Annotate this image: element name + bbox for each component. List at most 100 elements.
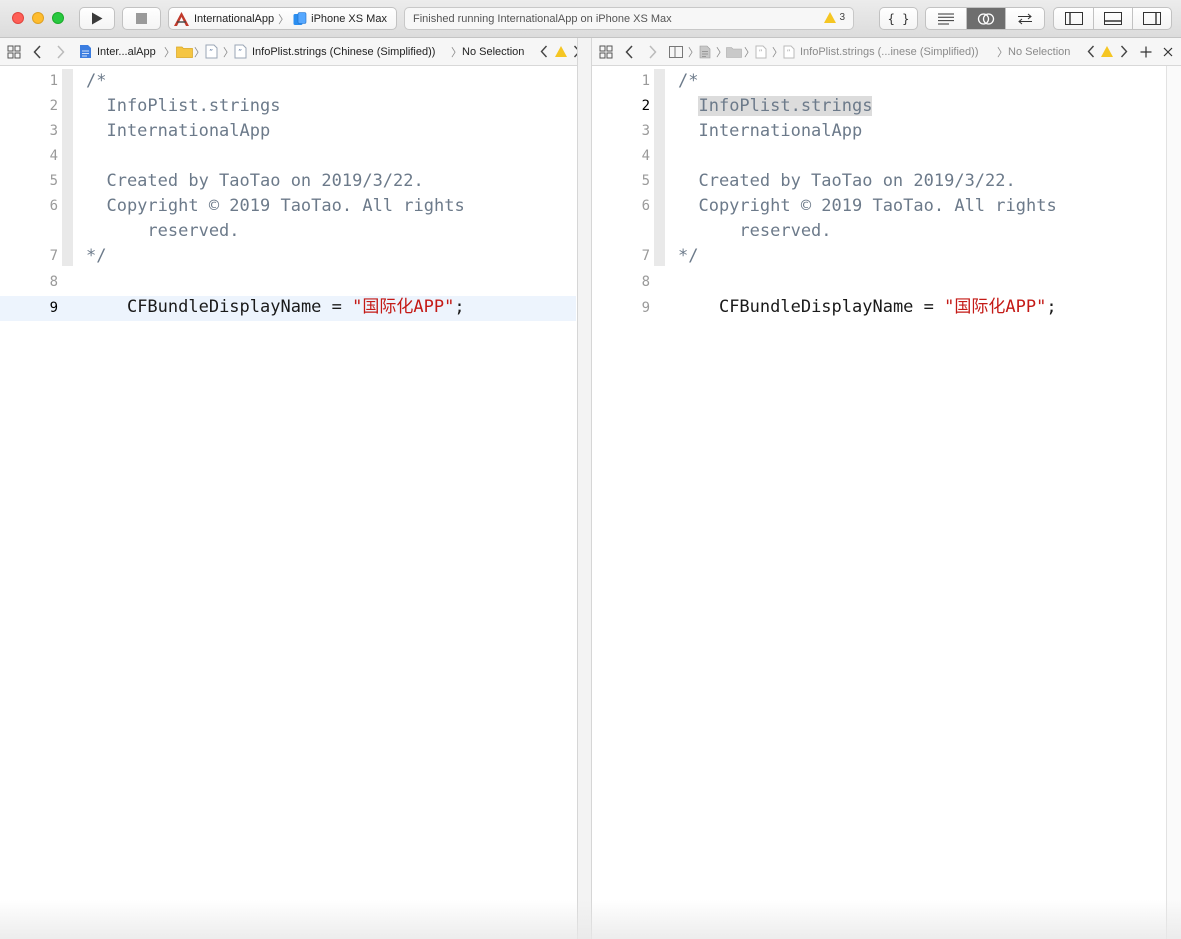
chevron-right-icon: 〉: [278, 13, 290, 26]
breadcrumb-strings-group[interactable]: ”: [205, 38, 218, 65]
code-comment-line: InfoPlist.strings: [678, 94, 873, 119]
breadcrumb-selection[interactable]: No Selection: [1008, 38, 1070, 65]
previous-issue-button[interactable]: [1087, 38, 1095, 65]
breadcrumb-file[interactable]: ” InfoPlist.strings (...inese (Simplifie…: [783, 38, 979, 65]
swap-arrows-icon: [1018, 13, 1032, 24]
left-source-editor[interactable]: 1 2 3 4 5 6 7 8 9 /* InfoPlist.strings I…: [0, 66, 577, 939]
close-window-button[interactable]: [12, 12, 24, 24]
line-number: 5: [641, 173, 650, 189]
issue-warning-button[interactable]: [1101, 38, 1113, 65]
back-button[interactable]: [625, 38, 634, 65]
line-number-current: 9: [49, 300, 58, 316]
device-name: iPhone XS Max: [311, 12, 387, 25]
code-comment-line: /*: [86, 71, 107, 91]
close-editor-button[interactable]: [1163, 38, 1173, 65]
folder-icon: [726, 46, 742, 58]
scheme-selector[interactable]: InternationalApp 〉 iPhone XS Max: [168, 7, 397, 30]
previous-issue-button[interactable]: [540, 38, 548, 65]
standard-editor-button[interactable]: [926, 8, 967, 29]
warning-icon: [824, 12, 837, 23]
svg-text:”: ”: [759, 48, 763, 57]
forward-button[interactable]: [648, 38, 657, 65]
breadcrumb-file[interactable]: ” InfoPlist.strings (Chinese (Simplified…: [234, 38, 435, 65]
version-editor-button[interactable]: [1006, 8, 1044, 29]
line-number: 8: [641, 274, 650, 290]
chevron-right-icon: [1120, 45, 1128, 58]
line-number: 3: [49, 123, 58, 139]
issue-warning-button[interactable]: [555, 38, 567, 65]
toggle-debug-area-button[interactable]: [1094, 8, 1133, 29]
selected-word-highlight: InfoPlist.strings: [698, 96, 873, 116]
breadcrumb-strings-group[interactable]: ”: [755, 38, 767, 65]
code-comment-line: InfoPlist.strings: [86, 96, 281, 116]
play-icon: [92, 12, 103, 25]
code-terminator: ;: [1046, 297, 1057, 317]
breadcrumb-separator: 〉: [772, 46, 783, 59]
editor-mode-control: [925, 7, 1045, 30]
breadcrumb-selection[interactable]: No Selection: [462, 38, 524, 65]
code-comment-line: */: [678, 246, 699, 266]
next-issue-button[interactable]: [1120, 38, 1128, 65]
toggle-navigator-button[interactable]: [1054, 8, 1094, 29]
code-comment-line: reserved.: [86, 221, 240, 241]
venn-circles-icon: [977, 12, 995, 25]
line-number: 6: [641, 198, 650, 214]
code-statement-line: CFBundleDisplayName = "国际化APP";: [678, 270, 1057, 317]
code-comment-line: Copyright © 2019 TaoTao. All rights: [86, 196, 465, 216]
braces-icon: { }: [887, 11, 910, 26]
chevron-left-icon: [33, 44, 41, 59]
comment-fold-ribbon[interactable]: [654, 69, 665, 266]
bottom-panel-icon: [1104, 12, 1122, 25]
comment-fold-ribbon[interactable]: [62, 69, 73, 266]
editor-split-divider[interactable]: [577, 38, 592, 939]
split-panel-icon: [669, 45, 683, 58]
stop-button[interactable]: [122, 7, 161, 30]
right-source-editor[interactable]: 1 2 3 4 5 6 7 8 9 /* InfoPlist.strings I…: [592, 66, 1166, 939]
run-button[interactable]: [79, 7, 115, 30]
breadcrumb-separator: 〉: [194, 46, 205, 59]
assistant-editor-button[interactable]: [967, 8, 1006, 29]
code-review-button[interactable]: { }: [879, 7, 918, 30]
warning-indicator[interactable]: 3: [824, 12, 845, 23]
code-comment-line: InternationalApp: [678, 121, 863, 141]
selection-label: No Selection: [1008, 45, 1071, 58]
line-number: 1: [641, 73, 650, 89]
add-editor-button[interactable]: [1140, 38, 1152, 65]
right-editor-scroll-gutter[interactable]: [1166, 66, 1181, 939]
breadcrumb-project[interactable]: Inter...alApp: [79, 38, 156, 65]
project-name: Inter...alApp: [97, 45, 156, 58]
warning-icon: [555, 46, 567, 57]
assistant-mode-button[interactable]: [669, 38, 683, 65]
breadcrumb-folder[interactable]: [726, 38, 742, 65]
chevron-left-icon: [540, 45, 548, 58]
code-comment-line: /*: [678, 71, 699, 91]
toggle-inspector-button[interactable]: [1133, 8, 1171, 29]
strings-file-icon: ”: [755, 45, 767, 58]
chevron-left-icon: [1087, 45, 1095, 58]
code-string-value: "国际化APP": [352, 297, 455, 317]
breadcrumb-separator: 〉: [688, 46, 699, 59]
code-terminator: ;: [454, 297, 465, 317]
folder-icon: [176, 46, 193, 58]
zoom-window-button[interactable]: [52, 12, 64, 24]
back-button[interactable]: [33, 38, 42, 65]
right-jump-bar: 〉 〉 〉 ” 〉 ” InfoPlist.strings (...inese …: [592, 38, 1181, 66]
line-number: 8: [49, 274, 58, 290]
code-comment-line: */: [86, 246, 107, 266]
code-comment-line: Created by TaoTao on 2019/3/22.: [678, 171, 1016, 191]
line-number: 6: [49, 198, 58, 214]
breadcrumb-folder[interactable]: [176, 38, 193, 65]
left-panel-icon: [1064, 12, 1083, 25]
related-items-button[interactable]: [7, 38, 21, 65]
forward-button[interactable]: [56, 38, 65, 65]
activity-status-text: Finished running InternationalApp on iPh…: [413, 12, 672, 25]
app-scheme-icon: [174, 11, 189, 26]
close-icon: [1163, 47, 1173, 56]
minimize-window-button[interactable]: [32, 12, 44, 24]
selection-label: No Selection: [462, 45, 525, 58]
related-items-button[interactable]: [599, 38, 613, 65]
line-number: 1: [49, 73, 58, 89]
line-number: 2: [49, 98, 58, 114]
svg-text:”: ”: [787, 48, 791, 57]
breadcrumb-project[interactable]: [699, 38, 711, 65]
